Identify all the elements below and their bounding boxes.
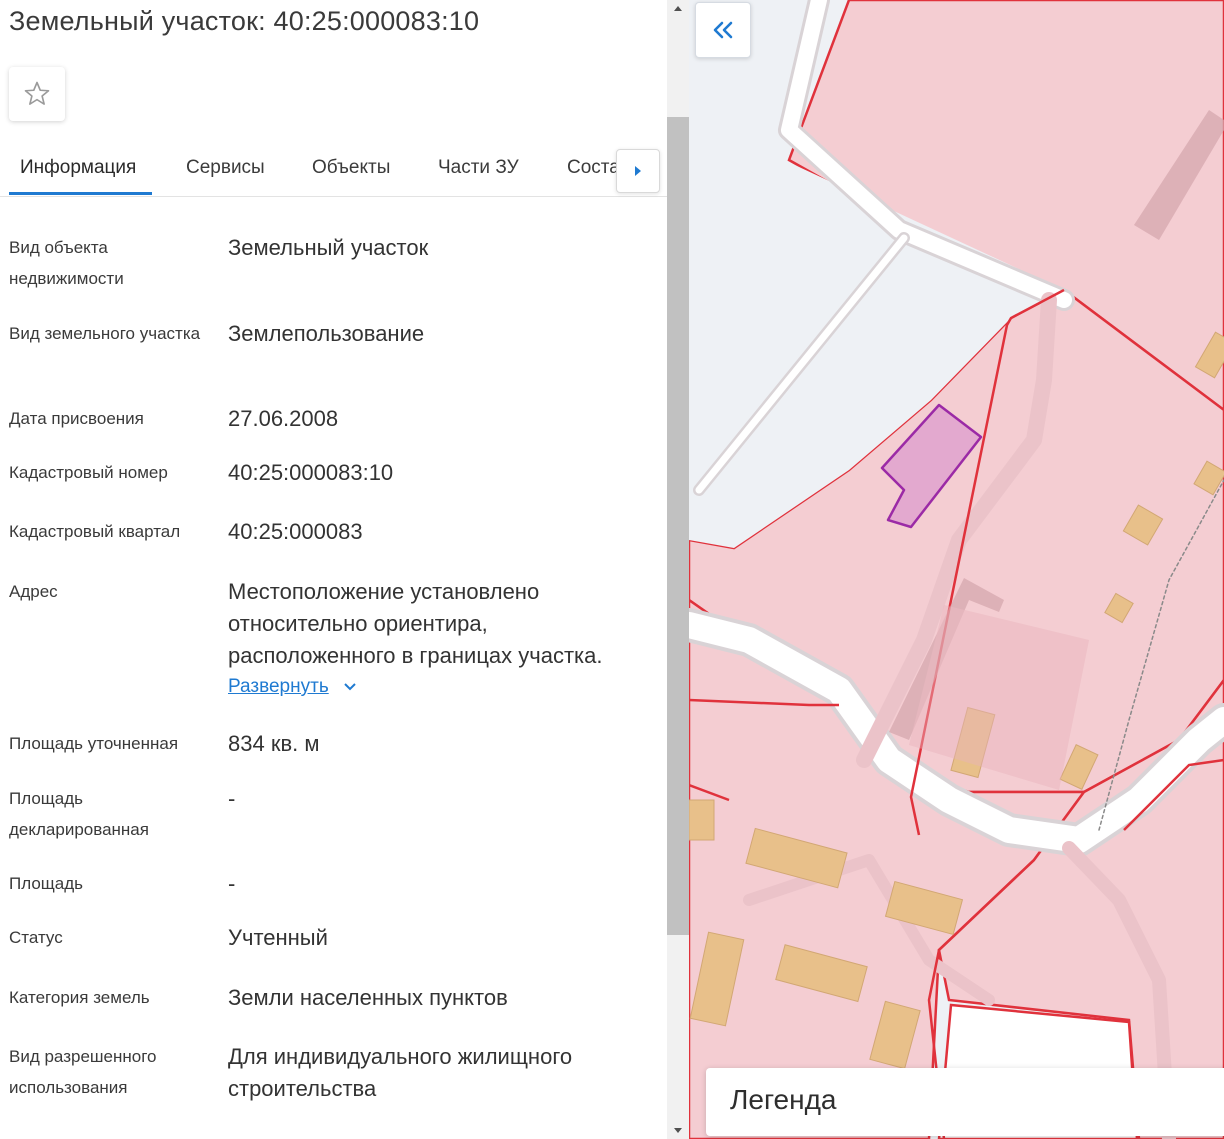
- object-type-value: Земельный участок: [228, 235, 429, 260]
- status-label: Статус: [9, 928, 63, 947]
- map-view[interactable]: Легенда: [689, 0, 1224, 1139]
- collapse-panel-button[interactable]: [695, 2, 751, 58]
- address-value: Местоположение установлено относительно …: [228, 579, 603, 668]
- star-outline-icon: [24, 81, 50, 105]
- double-chevron-left-icon: [713, 21, 733, 39]
- tab-objects[interactable]: Объекты: [312, 157, 390, 179]
- expand-link-label: Развернуть: [228, 676, 329, 697]
- chevron-down-icon: [344, 683, 356, 691]
- scroll-down-icon: [674, 1128, 682, 1133]
- tab-scroll-right-button[interactable]: [616, 149, 660, 193]
- area-declared-value: -: [228, 786, 236, 811]
- page-title: Земельный участок: 40:25:000083:10: [9, 6, 480, 36]
- info-panel: Земельный участок: 40:25:000083:10 Инфор…: [0, 0, 667, 1139]
- area-declared-label: Площадь декларированная: [9, 789, 149, 839]
- plot-type-value: Землепользование: [228, 321, 425, 346]
- area-value: -: [228, 871, 236, 896]
- status-value: Учтенный: [228, 925, 328, 950]
- area-specified-label: Площадь уточненная: [9, 734, 179, 753]
- tab-bar: Информация Сервисы Объекты Части ЗУ Сост…: [0, 146, 667, 197]
- scroll-up-arrow[interactable]: [667, 0, 689, 16]
- cadastral-quarter-label: Кадастровый квартал: [9, 522, 181, 541]
- scroll-down-arrow[interactable]: [667, 1123, 689, 1139]
- plot-type-label: Вид земельного участка: [9, 324, 201, 343]
- cadastral-number-value: 40:25:000083:10: [228, 460, 394, 485]
- legend-title: Легенда: [730, 1084, 837, 1115]
- tab-services[interactable]: Сервисы: [186, 157, 265, 179]
- land-category-value: Земли населенных пунктов: [228, 985, 508, 1010]
- favorite-button[interactable]: [9, 67, 65, 121]
- cadastral-number-label: Кадастровый номер: [9, 463, 168, 482]
- scrollbar-thumb[interactable]: [667, 117, 689, 935]
- tab-information[interactable]: Информация: [20, 157, 136, 179]
- active-tab-indicator: [9, 192, 152, 195]
- address-expand-link[interactable]: Развернуть: [228, 676, 357, 698]
- cadastral-quarter-value: 40:25:000083: [228, 519, 363, 544]
- cadastral-map[interactable]: [689, 0, 1224, 1139]
- panel-scrollbar[interactable]: [667, 0, 689, 1139]
- tab-parts[interactable]: Части ЗУ: [438, 157, 519, 179]
- permitted-use-label: Вид разрешенного использования: [9, 1047, 157, 1097]
- area-specified-value: 834 кв. м: [228, 731, 320, 756]
- scroll-up-icon: [674, 6, 682, 11]
- land-category-label: Категория земель: [9, 988, 150, 1007]
- assigned-date-value: 27.06.2008: [228, 406, 339, 431]
- caret-right-icon: [635, 166, 641, 176]
- area-label: Площадь: [9, 874, 84, 893]
- object-type-label: Вид объекта недвижимости: [9, 238, 124, 288]
- assigned-date-label: Дата присвоения: [9, 409, 144, 428]
- building: [689, 799, 715, 841]
- permitted-use-value: Для индивидуального жилищного строительс…: [228, 1044, 573, 1101]
- map-legend-panel[interactable]: Легенда: [706, 1068, 1224, 1136]
- address-label: Адрес: [9, 582, 58, 601]
